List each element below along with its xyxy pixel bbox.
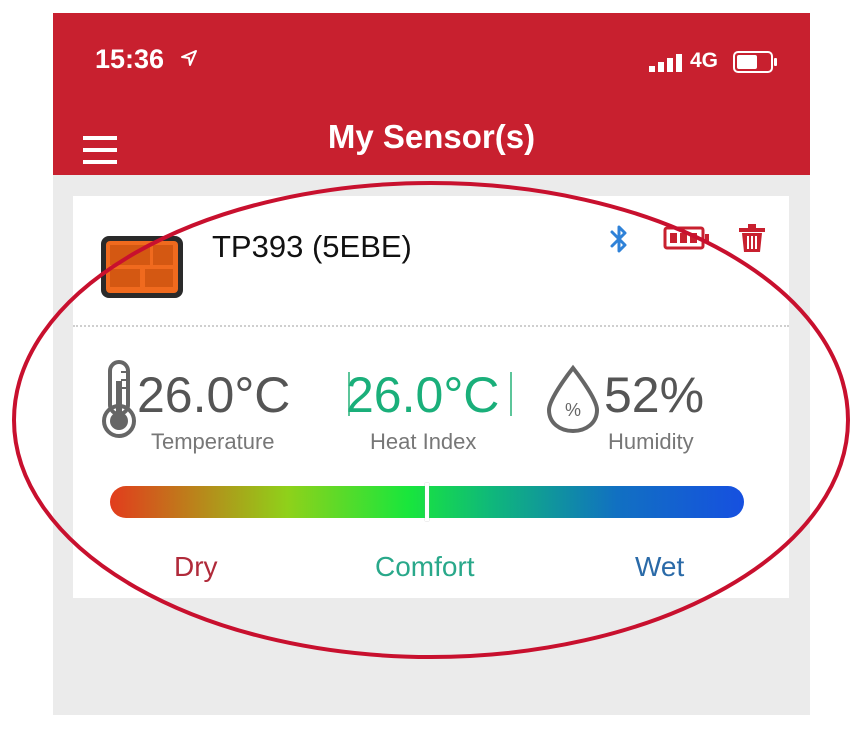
highlight-annotation-ellipse xyxy=(12,181,850,659)
